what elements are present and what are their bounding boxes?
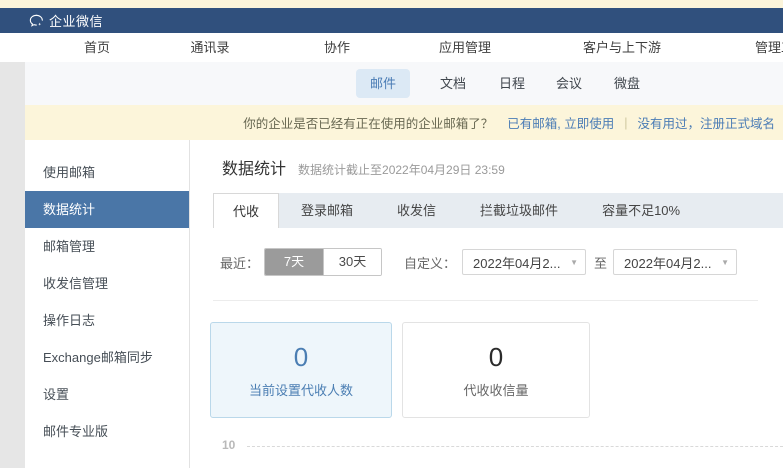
- date-from-dropdown[interactable]: 2022年04月2... ▼: [462, 249, 586, 275]
- subnav-item-docs[interactable]: 文档: [426, 69, 480, 98]
- sidebar-item-sendrecv-mgmt[interactable]: 收发信管理: [25, 265, 189, 302]
- card-proxy-received-label: 代收收信量: [463, 380, 528, 399]
- sidebar: 使用邮箱 数据统计 邮箱管理 收发信管理 操作日志 Exchange邮箱同步 设…: [25, 140, 190, 468]
- tab-send-receive[interactable]: 收发信: [375, 193, 458, 228]
- chevron-down-icon: ▼: [721, 258, 729, 267]
- banner-question: 你的企业是否已经有正在使用的企业邮箱了？: [243, 113, 493, 132]
- tab-login-mailbox[interactable]: 登录邮箱: [279, 193, 375, 228]
- date-from-value: 2022年04月2...: [473, 253, 560, 272]
- section-divider: [213, 300, 758, 301]
- main-content: 数据统计 数据统计截止至2022年04月29日 23:59 代收 登录邮箱 收发…: [190, 140, 783, 468]
- wechat-work-logo-icon: [28, 13, 44, 29]
- range-button-group: 7天 30天: [264, 248, 382, 276]
- sidebar-item-mailbox-mgmt[interactable]: 邮箱管理: [25, 228, 189, 265]
- nav-item-contacts[interactable]: 通讯录: [190, 33, 229, 62]
- nav-item-tools[interactable]: 管理工具: [755, 33, 783, 62]
- page-subtitle: 数据统计截止至2022年04月29日 23:59: [298, 161, 505, 178]
- nav-item-apps[interactable]: 应用管理: [439, 33, 491, 62]
- card-proxy-users-value: 0: [294, 342, 308, 372]
- range-7d-button[interactable]: 7天: [265, 249, 323, 275]
- sidebar-item-mail-pro[interactable]: 邮件专业版: [25, 413, 189, 450]
- main-nav: 首页 通讯录 协作 应用管理 客户与上下游 管理工具: [0, 33, 783, 62]
- mailbox-notice-banner: 你的企业是否已经有正在使用的企业邮箱了？ 已有邮箱, 立即使用 | 没有用过，注…: [25, 105, 783, 140]
- tab-low-capacity[interactable]: 容量不足10%: [580, 193, 702, 228]
- to-label: 至: [594, 253, 607, 272]
- card-proxy-received-value: 0: [489, 342, 503, 372]
- subnav-item-calendar[interactable]: 日程: [485, 69, 539, 98]
- title-row: 数据统计 数据统计截止至2022年04月29日 23:59: [222, 155, 505, 179]
- tab-proxy-collect[interactable]: 代收: [213, 193, 279, 228]
- sub-nav: 邮件 文档 日程 会议 微盘: [25, 62, 783, 105]
- subnav-item-mail[interactable]: 邮件: [356, 69, 410, 98]
- sidebar-item-exchange-sync[interactable]: Exchange邮箱同步: [25, 339, 189, 376]
- chart-y-tick-10: 10: [222, 438, 235, 452]
- card-proxy-users: 0 当前设置代收人数: [210, 322, 392, 418]
- custom-label: 自定义：: [404, 253, 456, 272]
- left-page-margin: [0, 62, 25, 468]
- tab-spam-intercept[interactable]: 拦截垃圾邮件: [458, 193, 580, 228]
- range-30d-button[interactable]: 30天: [323, 249, 381, 275]
- date-to-dropdown[interactable]: 2022年04月2... ▼: [613, 249, 737, 275]
- nav-item-collab[interactable]: 协作: [324, 33, 350, 62]
- sidebar-item-operation-log[interactable]: 操作日志: [25, 302, 189, 339]
- nav-item-home[interactable]: 首页: [84, 33, 110, 62]
- banner-link-register-domain[interactable]: 没有用过，注册正式域名: [637, 113, 775, 132]
- banner-link-have-mailbox[interactable]: 已有邮箱, 立即使用: [507, 113, 614, 132]
- subnav-item-meeting[interactable]: 会议: [542, 69, 596, 98]
- chart-gridline: [247, 446, 783, 447]
- top-page-strip: [0, 0, 783, 8]
- banner-divider: |: [624, 116, 627, 130]
- top-brand-bar: 企业微信: [0, 8, 783, 33]
- nav-item-customers[interactable]: 客户与上下游: [583, 33, 661, 62]
- sidebar-item-settings[interactable]: 设置: [25, 376, 189, 413]
- sidebar-item-data-statistics[interactable]: 数据统计: [25, 191, 189, 228]
- card-proxy-received: 0 代收收信量: [402, 322, 590, 418]
- stat-cards: 0 当前设置代收人数 0 代收收信量: [210, 322, 590, 418]
- page-title: 数据统计: [222, 155, 286, 179]
- card-proxy-users-label: 当前设置代收人数: [249, 380, 353, 399]
- sidebar-item-use-mailbox[interactable]: 使用邮箱: [25, 154, 189, 191]
- recent-label: 最近：: [220, 253, 259, 272]
- chevron-down-icon: ▼: [570, 258, 578, 267]
- subnav-item-drive[interactable]: 微盘: [600, 69, 654, 98]
- brand-name: 企业微信: [49, 11, 103, 30]
- filter-row: 最近： 7天 30天 自定义： 2022年04月2... ▼ 至 2022年04…: [220, 248, 737, 276]
- stats-tabstrip: 代收 登录邮箱 收发信 拦截垃圾邮件 容量不足10%: [213, 193, 783, 228]
- brand-logo[interactable]: 企业微信: [28, 11, 103, 30]
- date-to-value: 2022年04月2...: [624, 253, 711, 272]
